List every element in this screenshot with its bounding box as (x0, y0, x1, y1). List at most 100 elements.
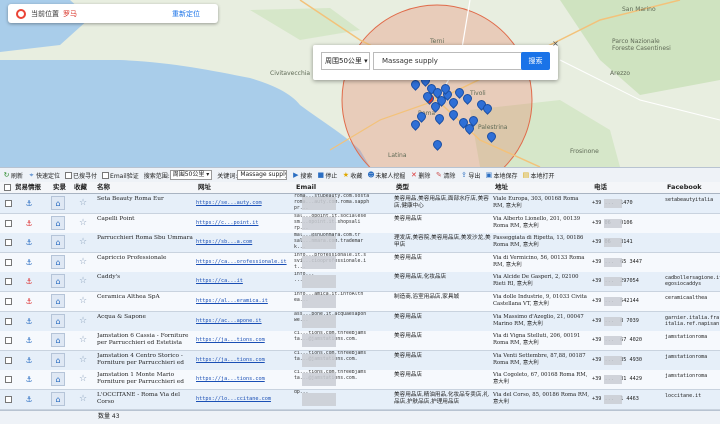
row-checkbox[interactable] (5, 253, 12, 272)
street-view-icon[interactable]: ⌂ (51, 235, 65, 250)
row-checkbox[interactable] (5, 272, 12, 291)
location-pin-icon (16, 8, 26, 19)
row-checkbox[interactable] (5, 233, 12, 252)
anchor-icon[interactable]: ⚓ (22, 390, 36, 409)
favorite-star-icon[interactable]: ☆ (78, 390, 88, 409)
cell-url[interactable]: https://se...auty.com (196, 194, 291, 213)
cell-url[interactable]: https://ja...tions.com (196, 331, 291, 350)
column-header[interactable]: 贸易情报 (15, 182, 41, 193)
cell-url[interactable]: https://ja...tions.com (196, 351, 291, 370)
row-checkbox[interactable] (5, 194, 12, 213)
anchor-icon[interactable]: ⚓ (22, 370, 36, 389)
anchor-icon[interactable]: ⚓ (22, 253, 36, 272)
column-header[interactable]: 网址 (198, 182, 211, 193)
map-view[interactable]: San Marino Parco Nazionale Foreste Casen… (0, 0, 720, 167)
row-checkbox[interactable] (5, 292, 12, 311)
anchor-icon[interactable]: ⚓ (22, 351, 36, 370)
street-view-icon[interactable]: ⌂ (51, 274, 65, 289)
table-row[interactable]: ⚓ ⌂ ☆ Jamstation 1 Monte Mario Forniture pe… (0, 370, 720, 391)
street-view-icon[interactable]: ⌂ (51, 392, 65, 406)
radius-select[interactable]: 周围50公里 ▾ (321, 52, 370, 70)
column-header[interactable]: 类型 (396, 182, 409, 193)
table-row[interactable]: ⚓⌂☆Caddy'shttps://ca...itinfo... ...美容用品… (0, 272, 720, 293)
column-header[interactable]: 实景 (53, 182, 66, 193)
keyword-toolbar-input[interactable]: Massage supply (237, 170, 288, 180)
street-view-icon[interactable]: ⌂ (51, 294, 65, 308)
favorite-star-icon[interactable]: ☆ (78, 214, 88, 233)
street-view-icon[interactable]: ⌂ (51, 372, 65, 387)
cell-url[interactable]: https://c...point.it (196, 214, 291, 233)
unhandled-button[interactable]: ☻ 未解人挖掘 (367, 171, 405, 180)
anchor-icon[interactable]: ⚓ (22, 331, 36, 350)
save-local-button[interactable]: ▣ 本地保存 (485, 171, 518, 180)
table-row[interactable]: ⚓⌂☆Acqua & Saponehttps://ac...apone.itas… (0, 311, 720, 332)
email-verify-checkbox[interactable]: Email验证 (102, 171, 139, 180)
street-view-icon[interactable]: ⌂ (51, 313, 65, 328)
street-view-icon[interactable]: ⌂ (51, 254, 65, 269)
column-header[interactable]: 名称 (97, 182, 110, 193)
stop-button[interactable]: ■ 停止 (317, 171, 338, 180)
clear-button[interactable]: ✎ 清除 (435, 171, 455, 180)
visited-filter-checkbox[interactable]: 已搜寻付 (65, 171, 97, 180)
favorite-star-icon[interactable]: ☆ (78, 331, 88, 350)
anchor-icon[interactable]: ⚓ (22, 312, 36, 331)
table-row[interactable]: ⚓ ⌂ ☆ Jamstation 4 Centro Storico - Fornitu… (0, 350, 720, 371)
table-row[interactable]: ⚓ ⌂ ☆ Parrucchieri Roma Sbu Ummara https://s… (0, 233, 720, 254)
table-row[interactable]: ⚓⌂☆Capelli Pointhttps://c...point.itsal.… (0, 213, 720, 234)
table-row[interactable]: ⚓ ⌂ ☆ Jamstation 6 Cassia - Forniture per P… (0, 331, 720, 352)
row-checkbox[interactable] (5, 331, 12, 350)
cell-url[interactable]: https://lo...ccitane.com (196, 390, 291, 409)
search-button[interactable]: 搜索 (521, 52, 550, 70)
anchor-icon[interactable]: ⚓ (22, 233, 36, 252)
favorite-star-icon[interactable]: ☆ (78, 233, 88, 252)
map-canvas[interactable] (0, 0, 720, 167)
favorite-star-icon[interactable]: ☆ (78, 312, 88, 331)
column-header[interactable]: 电话 (594, 182, 607, 193)
street-view-icon[interactable]: ⌂ (51, 352, 65, 367)
favorites-button[interactable]: ★ 收藏 (342, 171, 363, 180)
street-view-icon[interactable]: ⌂ (51, 215, 65, 230)
anchor-icon[interactable]: ⚓ (22, 292, 36, 311)
table-row[interactable]: ⚓ ⌂ ☆ Ceramica Althea SpA https://al...erami… (0, 292, 720, 312)
cell-url[interactable]: https://ja...tions.com (196, 370, 291, 389)
favorite-star-icon[interactable]: ☆ (78, 351, 88, 370)
cell-url[interactable]: https://ca...it (196, 272, 291, 291)
table-row[interactable]: ⚓ ⌂ ☆ L'OCCITANE - Roma Via del Corso https:… (0, 390, 720, 410)
favorite-star-icon[interactable]: ☆ (78, 194, 88, 213)
close-icon[interactable]: × (551, 39, 560, 48)
toolbar-search-button[interactable]: ▶ 搜索 (292, 171, 312, 180)
cell-url[interactable]: https://ac...apone.it (196, 312, 291, 331)
row-checkbox[interactable] (5, 390, 12, 409)
column-header[interactable]: 地址 (495, 182, 508, 193)
table-row[interactable]: ⚓ ⌂ ☆ Capriccio Professionale https://ca...o… (0, 252, 720, 273)
column-header[interactable]: Email (296, 182, 316, 193)
cell-url[interactable]: https://ca...orofessionale.it (196, 253, 291, 272)
keyword-input[interactable]: Massage supply (373, 52, 523, 70)
row-checkbox[interactable] (5, 370, 12, 389)
street-view-icon[interactable]: ⌂ (51, 196, 65, 210)
favorite-star-icon[interactable]: ☆ (78, 272, 88, 291)
relocate-link[interactable]: 重新定位 (172, 9, 200, 19)
anchor-icon[interactable]: ⚓ (22, 194, 36, 213)
cell-url[interactable]: https://sb...a.com (196, 233, 291, 252)
table-row[interactable]: ⚓ ⌂ ☆ Seta Beauty Roma Eur https://se...auty… (0, 194, 720, 214)
favorite-star-icon[interactable]: ☆ (78, 370, 88, 389)
refresh-button[interactable]: ↻ 刷新 (3, 171, 23, 180)
quick-locate-button[interactable]: ⌖ 快速定位 (28, 171, 61, 180)
anchor-icon[interactable]: ⚓ (22, 272, 36, 291)
export-button[interactable]: ⇪ 导出 (460, 171, 480, 180)
anchor-icon[interactable]: ⚓ (22, 214, 36, 233)
favorite-star-icon[interactable]: ☆ (78, 253, 88, 272)
cell-url[interactable]: https://al...eramica.it (196, 292, 291, 311)
column-header[interactable]: Facebook (667, 182, 702, 193)
row-checkbox[interactable] (5, 312, 12, 331)
delete-button[interactable]: ✕ 删除 (410, 171, 430, 180)
row-checkbox[interactable] (5, 214, 12, 233)
column-header[interactable]: 收藏 (74, 182, 87, 193)
row-checkbox[interactable] (5, 351, 12, 370)
favorite-star-icon[interactable]: ☆ (78, 292, 88, 311)
select-all-checkbox[interactable] (4, 182, 11, 193)
open-local-button[interactable]: ▤ 本地打开 (522, 171, 555, 180)
search-range-select[interactable]: 周围50公里 ▾ (169, 170, 213, 180)
street-view-icon[interactable]: ⌂ (51, 333, 65, 348)
